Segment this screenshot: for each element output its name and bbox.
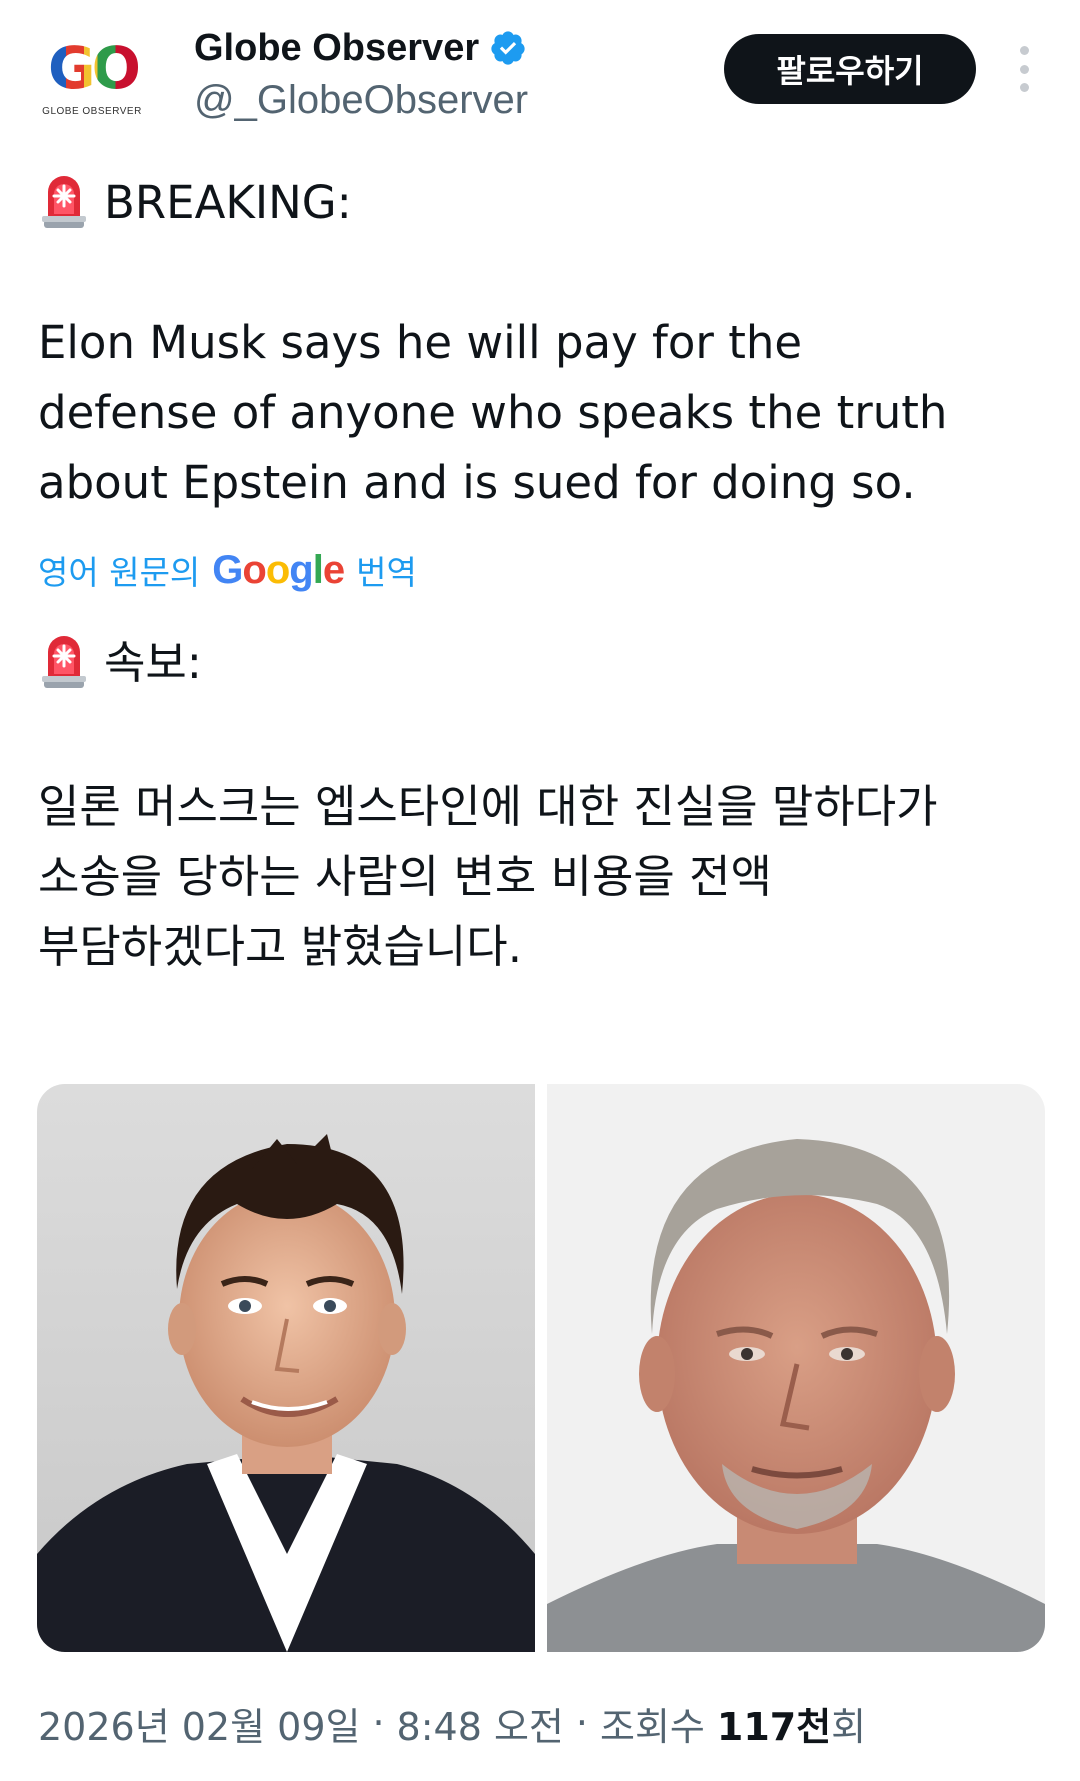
breaking-header-ko: 속보: xyxy=(38,628,202,698)
english-line: defense of anyone who speaks the truth xyxy=(38,386,948,439)
breaking-label-ko: 속보: xyxy=(104,636,202,689)
translate-prefix: 영어 원문의 xyxy=(38,553,201,592)
police-siren-icon xyxy=(42,176,86,228)
translation-attribution[interactable]: 영어 원문의 Google 번역 xyxy=(38,545,417,595)
avatar-subtitle: GLOBE OBSERVER xyxy=(42,106,142,117)
police-siren-icon xyxy=(42,636,86,688)
portrait-left-image xyxy=(37,1084,535,1652)
photo-right[interactable] xyxy=(547,1084,1045,1652)
display-name[interactable]: Globe Observer xyxy=(194,27,479,70)
views-unit: 회 xyxy=(831,1704,867,1749)
views-count[interactable]: 117천 xyxy=(717,1696,831,1751)
account-handle[interactable]: @_GlobeObserver xyxy=(194,78,528,123)
tweet-text-english: Elon Musk says he will pay for the defen… xyxy=(38,308,947,518)
verified-badge-icon xyxy=(491,31,525,65)
breaking-header-en: BREAKING: xyxy=(38,168,352,238)
breaking-label: BREAKING: xyxy=(104,176,352,229)
post-time[interactable]: 8:48 오전 xyxy=(397,1696,564,1751)
tweet-text-korean: 일론 머스크는 엡스타인에 대한 진실을 말하다가 소송을 당하는 사람의 변호… xyxy=(38,772,938,982)
english-line: about Epstein and is sued for doing so. xyxy=(38,456,916,509)
photo-left[interactable] xyxy=(37,1084,535,1652)
avatar-logo: GO xyxy=(48,34,141,102)
avatar[interactable]: GO GLOBE OBSERVER xyxy=(38,38,146,124)
tweet-metadata: 2026년 02월 09일 · 8:48 오전 · 조회수 117천 회 xyxy=(38,1697,866,1749)
tweet-media xyxy=(37,1084,1045,1652)
follow-button[interactable]: 팔로우하기 xyxy=(724,34,976,104)
more-vertical-icon[interactable] xyxy=(1012,46,1036,92)
korean-line: 일론 머스크는 엡스타인에 대한 진실을 말하다가 xyxy=(38,780,938,833)
korean-line: 부담하겠다고 밝혔습니다. xyxy=(38,920,523,973)
name-row: Globe Observer xyxy=(194,26,527,70)
separator: · xyxy=(372,1701,385,1745)
google-logo: Google xyxy=(212,547,345,592)
portrait-right-image xyxy=(547,1084,1045,1652)
english-line: Elon Musk says he will pay for the xyxy=(38,316,803,369)
tweet-header: GO GLOBE OBSERVER Globe Observer @_Globe… xyxy=(0,0,1080,140)
separator: · xyxy=(575,1701,588,1745)
views-label: 조회수 xyxy=(599,1704,705,1749)
post-date[interactable]: 2026년 02월 09일 xyxy=(38,1696,360,1751)
translate-suffix: 번역 xyxy=(356,553,417,592)
korean-line: 소송을 당하는 사람의 변호 비용을 전액 xyxy=(38,850,772,903)
